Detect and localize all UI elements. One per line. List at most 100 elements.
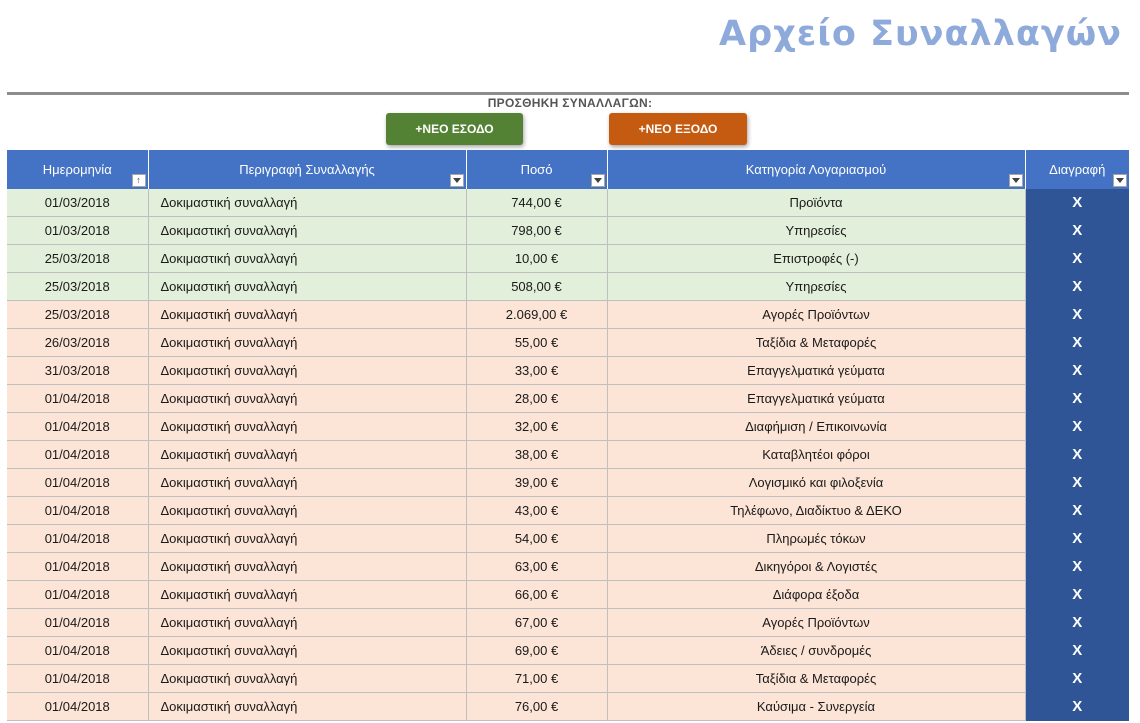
table-row[interactable]: 01/04/2018 Δοκιμαστική συναλλαγή 63,00 € Δι…: [7, 552, 1129, 581]
description-cell[interactable]: Δοκιμαστική συναλλαγή: [147, 356, 466, 385]
date-cell[interactable]: 01/04/2018: [7, 580, 148, 609]
table-row[interactable]: 25/03/2018 Δοκιμαστική συναλλαγή 10,00 € Επ…: [7, 244, 1129, 273]
category-cell[interactable]: Καύσιμα - Συνεργεία: [606, 692, 1025, 721]
date-cell[interactable]: 01/04/2018: [7, 468, 148, 497]
delete-x-icon[interactable]: X: [1024, 244, 1129, 273]
date-cell[interactable]: 01/04/2018: [7, 552, 148, 581]
amount-cell[interactable]: 2.069,00 €: [465, 300, 607, 329]
category-cell[interactable]: Πληρωμές τόκων: [606, 524, 1025, 553]
description-cell[interactable]: Δοκιμαστική συναλλαγή: [147, 412, 466, 441]
description-cell[interactable]: Δοκιμαστική συναλλαγή: [147, 216, 466, 245]
delete-x-icon[interactable]: X: [1024, 468, 1129, 497]
table-row[interactable]: 01/04/2018 Δοκιμαστική συναλλαγή 76,00 € Κα…: [7, 692, 1129, 721]
table-row[interactable]: 01/04/2018 Δοκιμαστική συναλλαγή 54,00 € Πλ…: [7, 524, 1129, 553]
description-cell[interactable]: Δοκιμαστική συναλλαγή: [147, 636, 466, 665]
amount-cell[interactable]: 798,00 €: [465, 216, 607, 245]
filter-dropdown-icon[interactable]: [590, 174, 605, 187]
category-cell[interactable]: Δικηγόροι & Λογιστές: [606, 552, 1025, 581]
category-cell[interactable]: Διάφορα έξοδα: [606, 580, 1025, 609]
delete-x-icon[interactable]: X: [1024, 272, 1129, 301]
table-row[interactable]: 01/04/2018 Δοκιμαστική συναλλαγή 38,00 € Κα…: [7, 440, 1129, 469]
category-cell[interactable]: Καταβλητέοι φόροι: [606, 440, 1025, 469]
table-row[interactable]: 31/03/2018 Δοκιμαστική συναλλαγή 33,00 € Επ…: [7, 356, 1129, 385]
description-cell[interactable]: Δοκιμαστική συναλλαγή: [147, 496, 466, 525]
category-cell[interactable]: Αγορές Προϊόντων: [606, 608, 1025, 637]
category-cell[interactable]: Επαγγελματικά γεύματα: [606, 356, 1025, 385]
category-cell[interactable]: Ταξίδια & Μεταφορές: [606, 664, 1025, 693]
description-cell[interactable]: Δοκιμαστική συναλλαγή: [147, 328, 466, 357]
table-row[interactable]: 25/03/2018 Δοκιμαστική συναλλαγή 508,00 € Υ…: [7, 272, 1129, 301]
amount-cell[interactable]: 43,00 €: [465, 496, 607, 525]
delete-x-icon[interactable]: X: [1024, 216, 1129, 245]
date-cell[interactable]: 01/04/2018: [7, 384, 148, 413]
delete-x-icon[interactable]: X: [1024, 636, 1129, 665]
date-cell[interactable]: 25/03/2018: [7, 272, 148, 301]
amount-cell[interactable]: 54,00 €: [465, 524, 607, 553]
amount-cell[interactable]: 66,00 €: [465, 580, 607, 609]
delete-x-icon[interactable]: X: [1024, 328, 1129, 357]
date-cell[interactable]: 01/04/2018: [7, 664, 148, 693]
description-cell[interactable]: Δοκιμαστική συναλλαγή: [147, 468, 466, 497]
delete-x-icon[interactable]: X: [1024, 524, 1129, 553]
amount-cell[interactable]: 63,00 €: [465, 552, 607, 581]
category-cell[interactable]: Αγορές Προϊόντων: [606, 300, 1025, 329]
description-cell[interactable]: Δοκιμαστική συναλλαγή: [147, 244, 466, 273]
amount-cell[interactable]: 508,00 €: [465, 272, 607, 301]
amount-cell[interactable]: 71,00 €: [465, 664, 607, 693]
date-cell[interactable]: 01/04/2018: [7, 412, 148, 441]
category-cell[interactable]: Ταξίδια & Μεταφορές: [606, 328, 1025, 357]
table-row[interactable]: 01/04/2018 Δοκιμαστική συναλλαγή 66,00 € Δι…: [7, 580, 1129, 609]
date-cell[interactable]: 01/04/2018: [7, 440, 148, 469]
category-cell[interactable]: Διαφήμιση / Επικοινωνία: [606, 412, 1025, 441]
delete-x-icon[interactable]: X: [1024, 580, 1129, 609]
date-cell[interactable]: 31/03/2018: [7, 356, 148, 385]
category-cell[interactable]: Λογισμικό και φιλοξενία: [606, 468, 1025, 497]
amount-cell[interactable]: 67,00 €: [465, 608, 607, 637]
date-cell[interactable]: 01/03/2018: [7, 216, 148, 245]
table-row[interactable]: 01/04/2018 Δοκιμαστική συναλλαγή 71,00 € Τα…: [7, 664, 1129, 693]
description-cell[interactable]: Δοκιμαστική συναλλαγή: [147, 272, 466, 301]
table-row[interactable]: 01/04/2018 Δοκιμαστική συναλλαγή 69,00 € Άδ…: [7, 636, 1129, 665]
table-row[interactable]: 26/03/2018 Δοκιμαστική συναλλαγή 55,00 € Τα…: [7, 328, 1129, 357]
date-cell[interactable]: 01/03/2018: [7, 189, 148, 217]
delete-x-icon[interactable]: X: [1024, 552, 1129, 581]
description-cell[interactable]: Δοκιμαστική συναλλαγή: [147, 384, 466, 413]
table-row[interactable]: 01/04/2018 Δοκιμαστική συναλλαγή 28,00 € Επ…: [7, 384, 1129, 413]
category-cell[interactable]: Άδειες / συνδρομές: [606, 636, 1025, 665]
amount-cell[interactable]: 38,00 €: [465, 440, 607, 469]
date-cell[interactable]: 01/04/2018: [7, 524, 148, 553]
date-cell[interactable]: 25/03/2018: [7, 300, 148, 329]
amount-cell[interactable]: 744,00 €: [465, 189, 607, 217]
filter-dropdown-icon[interactable]: [1008, 174, 1023, 187]
new-expense-button[interactable]: +ΝΕΟ ΕΞΟΔΟ: [609, 113, 747, 145]
delete-x-icon[interactable]: X: [1024, 440, 1129, 469]
delete-x-icon[interactable]: X: [1024, 412, 1129, 441]
table-row[interactable]: 01/04/2018 Δοκιμαστική συναλλαγή 43,00 € Τη…: [7, 496, 1129, 525]
delete-x-icon[interactable]: X: [1024, 300, 1129, 329]
delete-x-icon[interactable]: X: [1024, 384, 1129, 413]
sort-filter-icon[interactable]: [131, 174, 146, 187]
filter-dropdown-icon[interactable]: [449, 174, 464, 187]
description-cell[interactable]: Δοκιμαστική συναλλαγή: [147, 664, 466, 693]
date-cell[interactable]: 26/03/2018: [7, 328, 148, 357]
description-cell[interactable]: Δοκιμαστική συναλλαγή: [147, 440, 466, 469]
category-cell[interactable]: Τηλέφωνο, Διαδίκτυο & ΔΕΚΟ: [606, 496, 1025, 525]
table-row[interactable]: 01/03/2018 Δοκιμαστική συναλλαγή 798,00 € Υ…: [7, 216, 1129, 245]
date-cell[interactable]: 01/04/2018: [7, 496, 148, 525]
amount-cell[interactable]: 39,00 €: [465, 468, 607, 497]
date-cell[interactable]: 01/04/2018: [7, 692, 148, 721]
filter-dropdown-icon[interactable]: [1113, 174, 1127, 187]
description-cell[interactable]: Δοκιμαστική συναλλαγή: [147, 692, 466, 721]
delete-x-icon[interactable]: X: [1024, 608, 1129, 637]
date-cell[interactable]: 01/04/2018: [7, 636, 148, 665]
table-row[interactable]: 01/04/2018 Δοκιμαστική συναλλαγή 39,00 € Λο…: [7, 468, 1129, 497]
description-cell[interactable]: Δοκιμαστική συναλλαγή: [147, 608, 466, 637]
date-cell[interactable]: 01/04/2018: [7, 608, 148, 637]
table-row[interactable]: 01/04/2018 Δοκιμαστική συναλλαγή 67,00 € Αγ…: [7, 608, 1129, 637]
amount-cell[interactable]: 10,00 €: [465, 244, 607, 273]
date-cell[interactable]: 25/03/2018: [7, 244, 148, 273]
delete-x-icon[interactable]: X: [1024, 496, 1129, 525]
delete-x-icon[interactable]: X: [1024, 189, 1129, 217]
delete-x-icon[interactable]: X: [1024, 664, 1129, 693]
category-cell[interactable]: Επιστροφές (-): [606, 244, 1025, 273]
